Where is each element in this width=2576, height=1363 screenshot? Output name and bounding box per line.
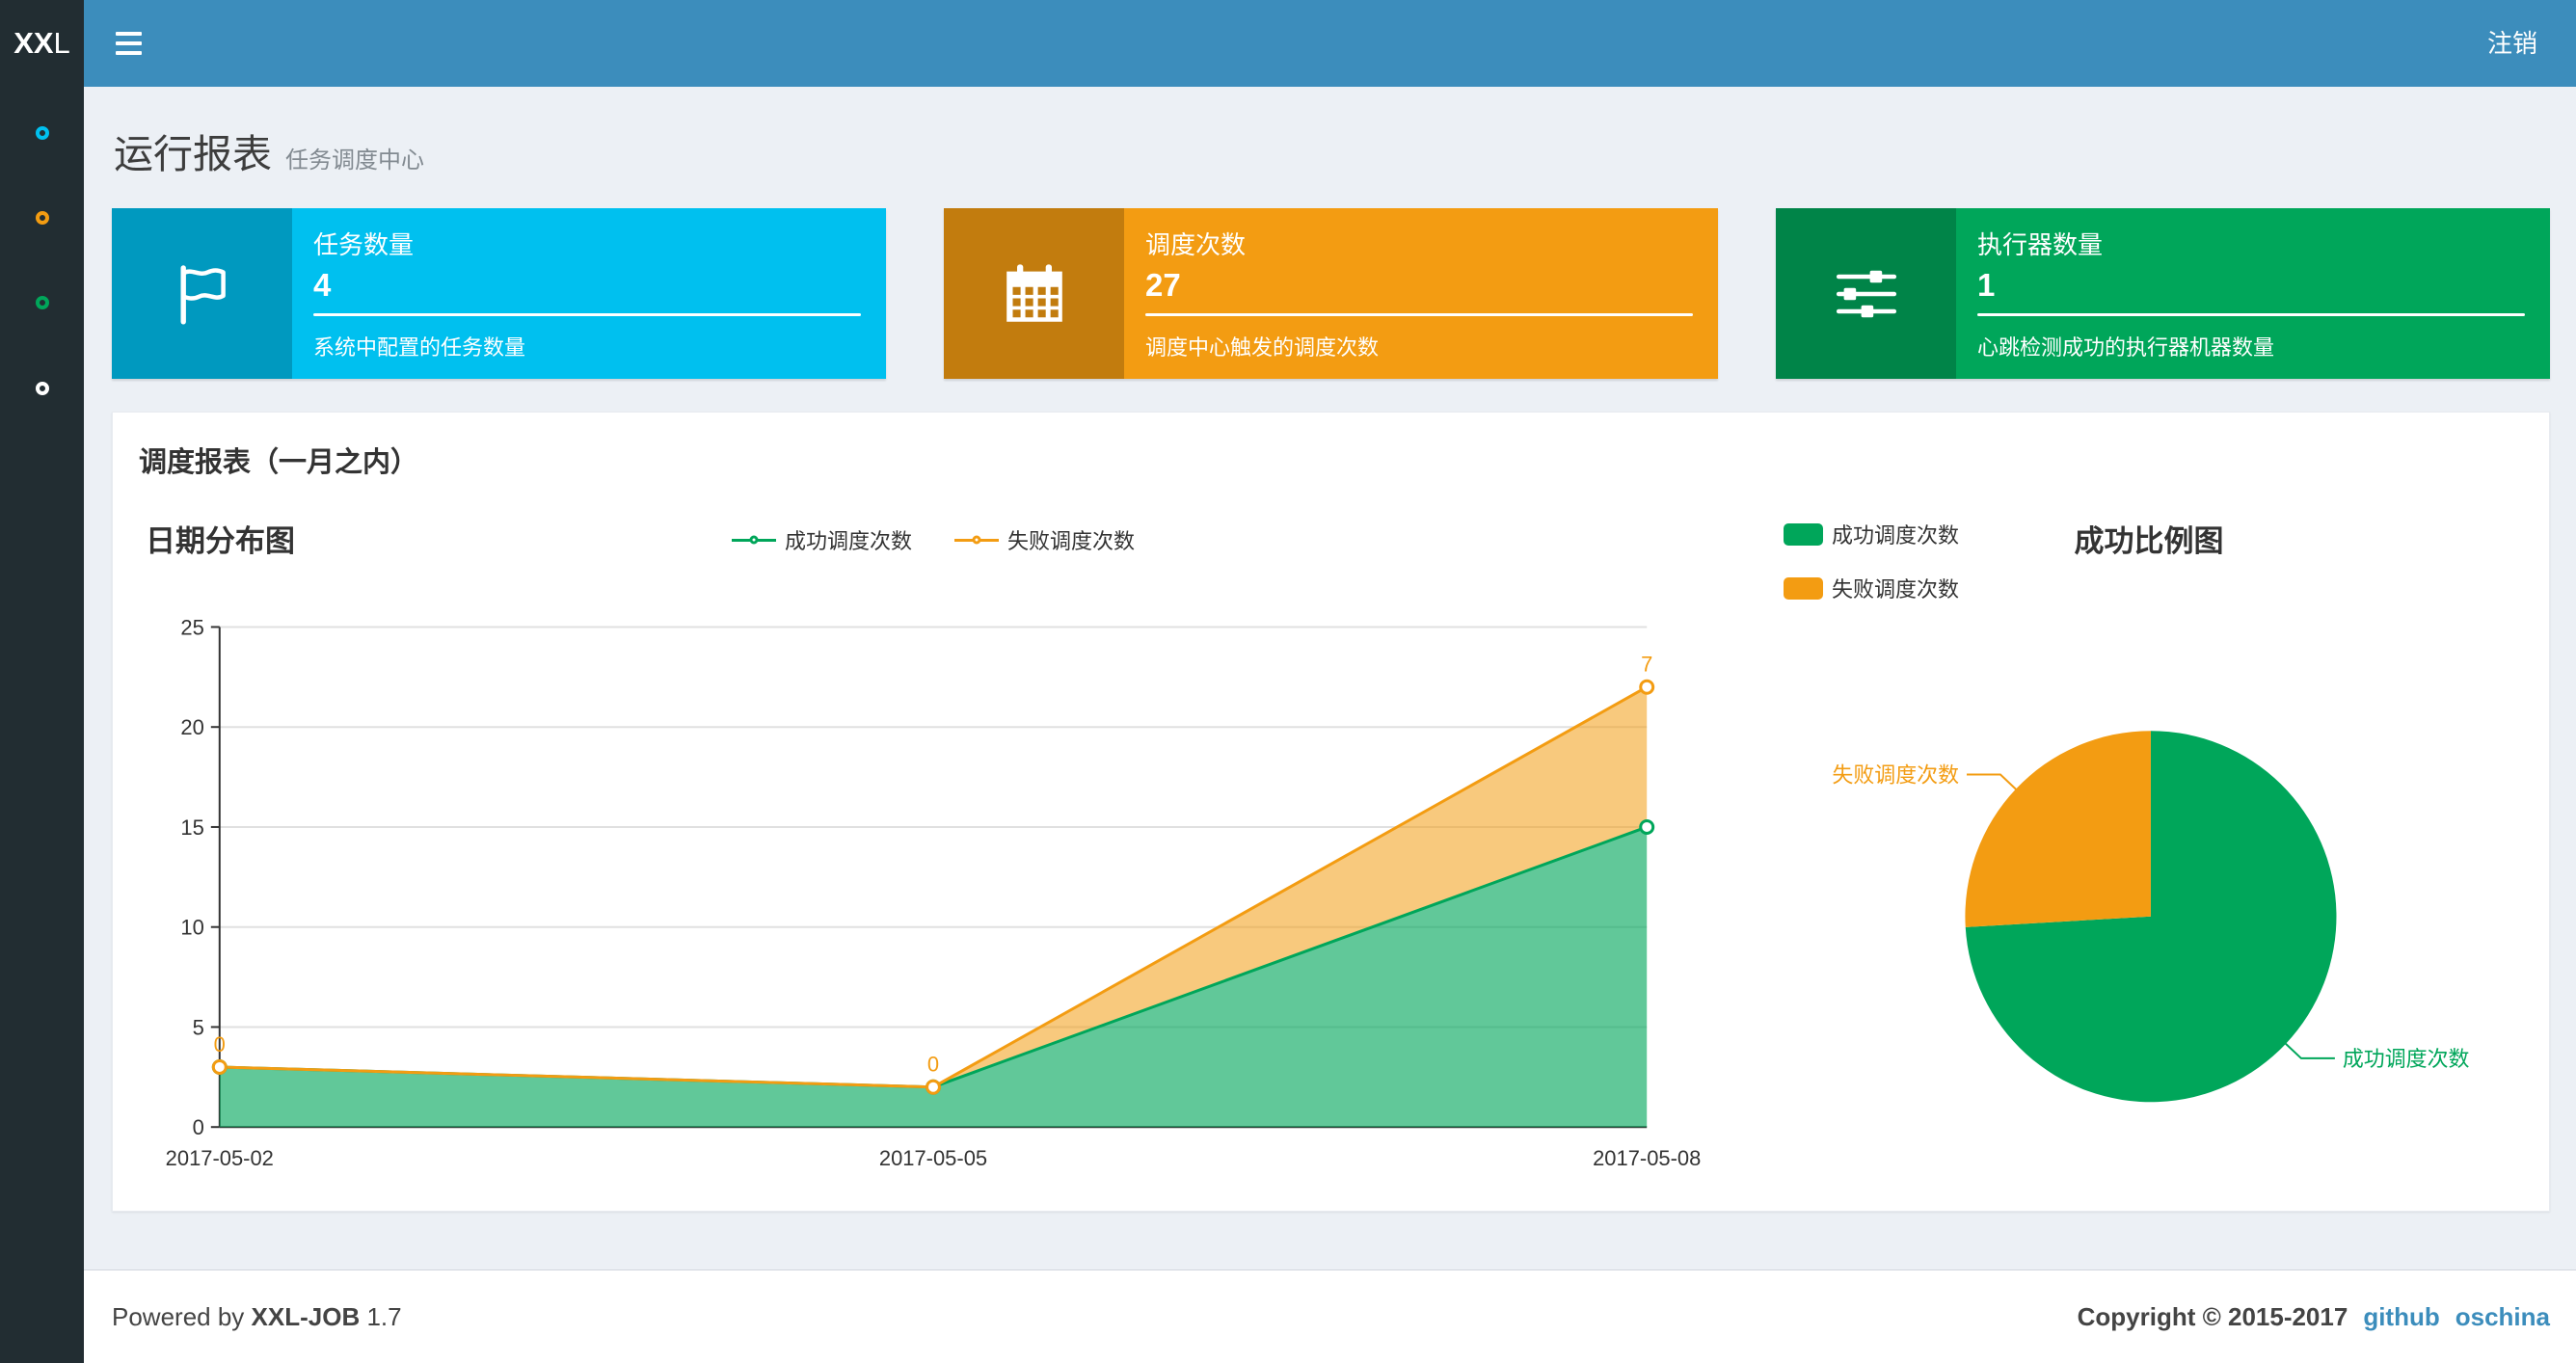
circle-icon	[35, 382, 49, 395]
xxl-job-dashboard: XX L 注销 运行报表 任务调度中心 任务数量 4 系统中配置的任务数量 调度…	[0, 0, 2576, 1363]
info-box-body: 任务数量 4 系统中配置的任务数量	[292, 208, 886, 379]
svg-text:0: 0	[214, 1032, 226, 1056]
sidebar-toggle-button[interactable]	[84, 0, 174, 87]
copyright-area: Copyright © 2015-2017 github oschina	[2078, 1302, 2550, 1332]
hamburger-icon	[116, 41, 142, 45]
hamburger-icon	[116, 51, 142, 55]
report-panel: 调度报表（一月之内） 日期分布图 成功调度次数 失败调度次数 成功调度次数 失败…	[112, 412, 2550, 1212]
page-subtitle: 任务调度中心	[285, 147, 424, 174]
svg-text:0: 0	[927, 1053, 939, 1077]
info-box-label: 调度次数	[1145, 230, 1247, 259]
top-navbar: XX L 注销	[0, 0, 2576, 87]
info-box-body: 执行器数量 1 心跳检测成功的执行器机器数量	[1956, 208, 2550, 379]
hamburger-icon	[116, 32, 142, 36]
sidebar-item-jobs[interactable]	[0, 197, 84, 239]
info-box-description: 调度中心触发的调度次数	[1145, 335, 1380, 360]
info-box-triggers: 调度次数 27 调度中心触发的调度次数	[944, 208, 1718, 379]
logout-link[interactable]: 注销	[2449, 0, 2576, 87]
sidebar-item-logs[interactable]	[0, 281, 84, 324]
sidebar-item-report[interactable]	[0, 112, 84, 154]
info-box-progress-line	[1145, 313, 1693, 316]
brand-name: XXL-JOB	[251, 1301, 361, 1331]
info-box-executors: 执行器数量 1 心跳检测成功的执行器机器数量	[1776, 208, 2550, 379]
app-logo-bold: XX	[13, 26, 54, 60]
svg-text:25: 25	[180, 615, 203, 639]
svg-text:2017-05-05: 2017-05-05	[879, 1146, 987, 1170]
info-box-jobs: 任务数量 4 系统中配置的任务数量	[112, 208, 886, 379]
svg-text:10: 10	[180, 916, 203, 940]
svg-text:2017-05-02: 2017-05-02	[166, 1146, 274, 1170]
circle-icon	[35, 126, 49, 140]
svg-text:0: 0	[193, 1115, 204, 1139]
info-box-label: 任务数量	[313, 230, 415, 259]
app-logo-rest: L	[53, 26, 70, 60]
svg-text:失败调度次数: 失败调度次数	[1832, 763, 1959, 788]
sliders-icon	[1776, 208, 1956, 379]
github-link[interactable]: github	[2363, 1302, 2439, 1332]
app-logo[interactable]: XX L	[0, 0, 84, 87]
footer: Powered by XXL-JOB 1.7 Copyright © 2015-…	[84, 1269, 2576, 1363]
circle-icon	[35, 296, 49, 309]
navbar-right-area: 注销	[84, 0, 2576, 87]
page-header: 运行报表 任务调度中心	[84, 87, 2576, 179]
info-box-progress-line	[313, 313, 861, 316]
info-box-value: 1	[1977, 267, 1996, 303]
info-box-description: 系统中配置的任务数量	[313, 335, 526, 360]
main-content: 运行报表 任务调度中心 任务数量 4 系统中配置的任务数量 调度次数 27 调度…	[84, 87, 2576, 1363]
charts-canvas: 05101520252017-05-02 2017-05-05 2017-05-08…	[166, 615, 2470, 1170]
svg-text:5: 5	[193, 1015, 204, 1039]
flag-icon	[112, 208, 292, 379]
info-box-progress-line	[1977, 313, 2525, 316]
svg-text:2017-05-08: 2017-05-08	[1593, 1146, 1701, 1170]
circle-icon	[35, 211, 49, 225]
svg-text:成功调度次数: 成功调度次数	[2343, 1047, 2470, 1071]
calendar-icon	[944, 208, 1124, 379]
info-box-description: 心跳检测成功的执行器机器数量	[1977, 335, 2275, 360]
info-box-value: 27	[1145, 267, 1181, 303]
svg-text:15: 15	[180, 815, 203, 840]
sidebar	[0, 87, 84, 1363]
page-title: 运行报表	[114, 132, 272, 176]
copyright-text: Copyright © 2015-2017	[2077, 1301, 2348, 1331]
info-box-row: 任务数量 4 系统中配置的任务数量 调度次数 27 调度中心触发的调度次数 执行…	[112, 208, 2550, 379]
info-box-value: 4	[313, 267, 332, 303]
info-box-body: 调度次数 27 调度中心触发的调度次数	[1124, 208, 1718, 379]
oschina-link[interactable]: oschina	[2455, 1302, 2550, 1332]
svg-text:7: 7	[1641, 653, 1652, 677]
powered-by-text: Powered by XXL-JOB 1.7	[112, 1301, 402, 1331]
sidebar-item-executors[interactable]	[0, 367, 84, 410]
svg-text:20: 20	[180, 715, 203, 739]
info-box-label: 执行器数量	[1977, 230, 2104, 259]
